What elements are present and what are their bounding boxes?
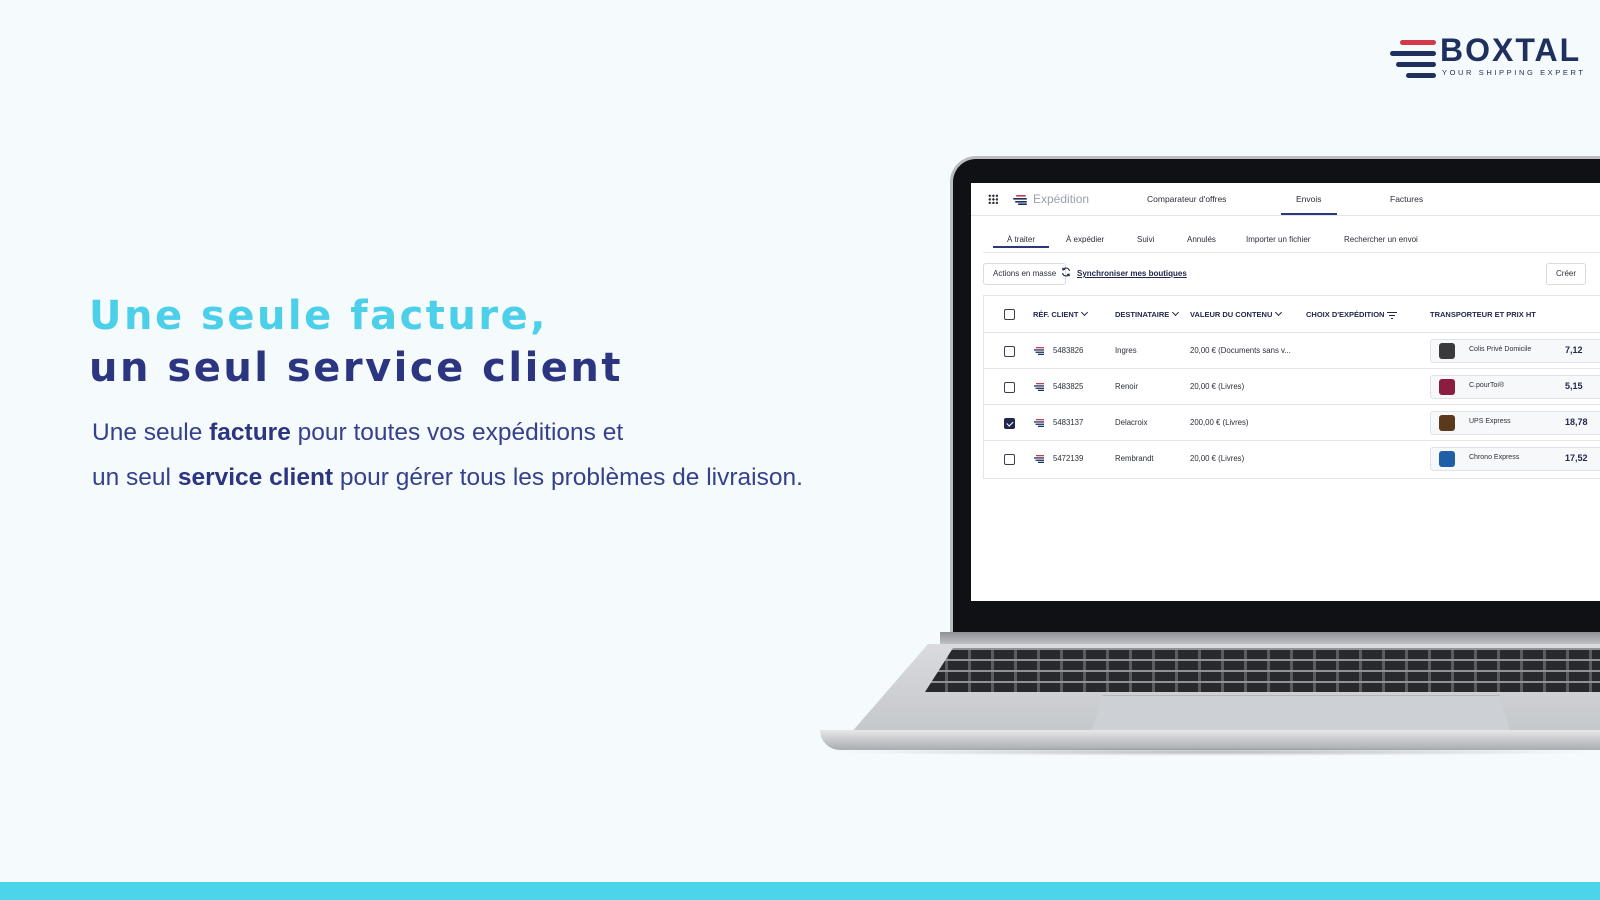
subtab-a-expedier[interactable]: À expédier (1066, 235, 1104, 244)
row-recipient: Ingres (1115, 346, 1137, 355)
headline: Une seule facture, un seul service clien… (89, 290, 623, 394)
row-checkbox[interactable] (1004, 346, 1015, 357)
headline-line-1: Une seule facture, (89, 293, 548, 339)
boxtal-logo[interactable]: BOXTAL YOUR SHIPPING EXPERT (1390, 32, 1583, 84)
sync-icon (1061, 267, 1071, 277)
carrier-price: 7,12 (1565, 345, 1583, 355)
brand-name: BOXTAL (1440, 32, 1582, 68)
create-button[interactable]: Créer (1546, 263, 1587, 285)
row-checkbox[interactable] (1004, 418, 1015, 429)
expedition-icon (1013, 195, 1027, 205)
table-row[interactable]: 5483826 Ingres 20,00 € (Documents sans v..… (984, 332, 1600, 369)
filter-icon (1387, 311, 1398, 319)
subtab-suivi[interactable]: Suivi (1137, 235, 1154, 244)
laptop-base (820, 730, 1600, 750)
subtitle-text: un seul (92, 464, 178, 491)
row-value: 20,00 € (Livres) (1190, 454, 1245, 463)
chevron-down-icon (1275, 308, 1283, 317)
laptop-mockup: Expédition Comparateur d'offres Envois F… (820, 150, 1600, 770)
carrier-price: 18,78 (1565, 417, 1588, 427)
column-shipping-choice[interactable]: CHOIX D'EXPÉDITION (1306, 310, 1398, 319)
row-ref[interactable]: 5483826 (1053, 346, 1083, 355)
carrier-offer[interactable]: UPS Express 18,78 (1430, 411, 1600, 435)
headline-line-2: un seul service client (89, 345, 624, 391)
tab-factures[interactable]: Factures (1390, 194, 1423, 204)
subtitle-text: Une seule (92, 419, 210, 446)
carrier-logo-icon (1439, 379, 1455, 395)
row-recipient: Delacroix (1115, 418, 1148, 427)
row-ref[interactable]: 5483825 (1053, 382, 1083, 391)
top-navigation: Expédition Comparateur d'offres Envois F… (971, 183, 1600, 216)
tab-comparateur[interactable]: Comparateur d'offres (1147, 194, 1226, 204)
subtab-annules[interactable]: Annulés (1187, 235, 1216, 244)
carrier-offer[interactable]: Colis Privé Domicile 7,12 (1430, 339, 1600, 363)
shipments-table: RÉF. CLIENT DESTINATAIRE VALEUR DU CONTE… (983, 295, 1600, 479)
carrier-logo-icon (1439, 343, 1455, 359)
row-checkbox[interactable] (1004, 382, 1015, 393)
carrier-name: Colis Privé Domicile (1469, 346, 1532, 353)
app-screen: Expédition Comparateur d'offres Envois F… (971, 183, 1600, 601)
row-value: 20,00 € (Documents sans v... (1190, 346, 1291, 355)
carrier-offer[interactable]: C.pourToi® 5,15 (1430, 375, 1600, 399)
divider (983, 252, 1600, 253)
subtab-a-traiter[interactable]: À traiter (992, 235, 1050, 248)
table-row[interactable]: 5483825 Renoir 20,00 € (Livres) C.pourToi® 5… (984, 368, 1600, 405)
carrier-name: Chrono Express (1469, 454, 1520, 461)
column-ref[interactable]: RÉF. CLIENT (1033, 308, 1089, 319)
carrier-name: C.pourToi® (1469, 382, 1505, 389)
boxtal-mini-icon (1034, 455, 1044, 463)
sync-label: Synchroniser mes boutiques (1077, 269, 1187, 278)
boxtal-lines-icon (1390, 40, 1436, 78)
chevron-down-icon (1081, 308, 1089, 317)
column-carrier[interactable]: TRANSPORTEUR ET PRIX HT (1430, 310, 1536, 319)
app-name[interactable]: Expédition (1033, 192, 1089, 206)
subtitle: Une seule facture pour toutes vos expédi… (92, 410, 803, 500)
table-row[interactable]: 5483137 Delacroix 200,00 € (Livres) UPS Exp… (984, 404, 1600, 441)
subtitle-line-1: Une seule facture pour toutes vos expédi… (92, 410, 803, 455)
row-checkbox[interactable] (1004, 454, 1015, 465)
sync-shops-link[interactable]: Synchroniser mes boutiques (1061, 267, 1187, 278)
carrier-name: UPS Express (1469, 418, 1511, 425)
subtitle-emphasis: service client (177, 464, 334, 491)
laptop-keyboard (925, 648, 1600, 692)
apps-grid-icon[interactable] (988, 194, 998, 204)
subtitle-text: pour gérer tous les problèmes de livrais… (333, 464, 803, 491)
row-value: 20,00 € (Livres) (1190, 382, 1245, 391)
chevron-down-icon (1172, 308, 1180, 317)
subtitle-line-2: un seul service client pour gérer tous l… (92, 455, 803, 500)
carrier-price: 5,15 (1565, 381, 1583, 391)
subtab-rechercher[interactable]: Rechercher un envoi (1344, 235, 1418, 244)
carrier-logo-icon (1439, 415, 1455, 431)
brand-tagline: YOUR SHIPPING EXPERT (1442, 68, 1586, 77)
subtab-importer[interactable]: Importer un fichier (1246, 235, 1310, 244)
column-value[interactable]: VALEUR DU CONTENU (1190, 308, 1283, 319)
subtitle-text: pour toutes vos expéditions et (290, 419, 624, 446)
boxtal-mini-icon (1034, 383, 1044, 391)
tab-envois[interactable]: Envois (1281, 194, 1336, 215)
bottom-accent-bar (0, 882, 1600, 900)
carrier-price: 17,52 (1565, 453, 1588, 463)
subtitle-emphasis: facture (209, 419, 291, 446)
mass-actions-button[interactable]: Actions en masse (983, 263, 1067, 285)
table-row[interactable]: 5472139 Rembrandt 20,00 € (Livres) Chrono E… (984, 440, 1600, 477)
column-recipient[interactable]: DESTINATAIRE (1115, 308, 1180, 319)
row-ref[interactable]: 5483137 (1053, 418, 1083, 427)
row-value: 200,00 € (Livres) (1190, 418, 1249, 427)
row-recipient: Renoir (1115, 382, 1138, 391)
row-recipient: Rembrandt (1115, 454, 1154, 463)
row-ref[interactable]: 5472139 (1053, 454, 1083, 463)
select-all-checkbox[interactable] (1004, 309, 1015, 320)
carrier-logo-icon (1439, 451, 1455, 467)
boxtal-mini-icon (1034, 419, 1044, 427)
carrier-offer[interactable]: Chrono Express 17,52 (1430, 447, 1600, 471)
boxtal-mini-icon (1034, 347, 1044, 355)
laptop-shadow (830, 748, 1600, 756)
